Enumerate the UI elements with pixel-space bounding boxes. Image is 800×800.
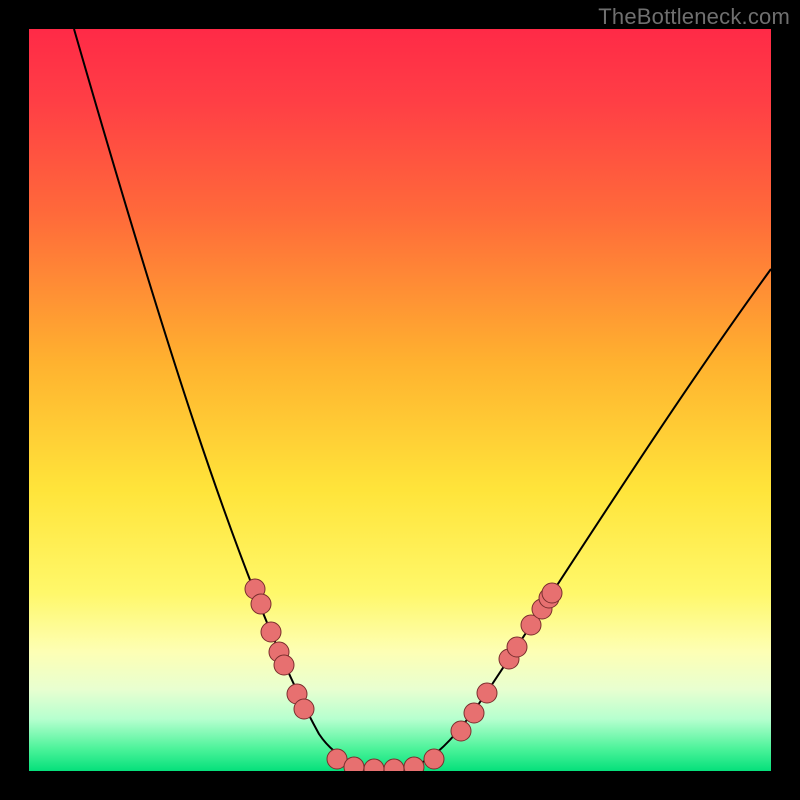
curve-markers	[245, 579, 562, 771]
data-marker	[451, 721, 471, 741]
data-marker	[294, 699, 314, 719]
data-marker	[424, 749, 444, 769]
chart-svg	[29, 29, 771, 771]
data-marker	[477, 683, 497, 703]
bottleneck-curve	[74, 29, 771, 769]
data-marker	[507, 637, 527, 657]
data-marker	[404, 757, 424, 771]
data-marker	[274, 655, 294, 675]
watermark-text: TheBottleneck.com	[598, 4, 790, 30]
data-marker	[364, 759, 384, 771]
data-marker	[464, 703, 484, 723]
data-marker	[384, 759, 404, 771]
data-marker	[542, 583, 562, 603]
data-marker	[261, 622, 281, 642]
chart-frame	[29, 29, 771, 771]
data-marker	[251, 594, 271, 614]
